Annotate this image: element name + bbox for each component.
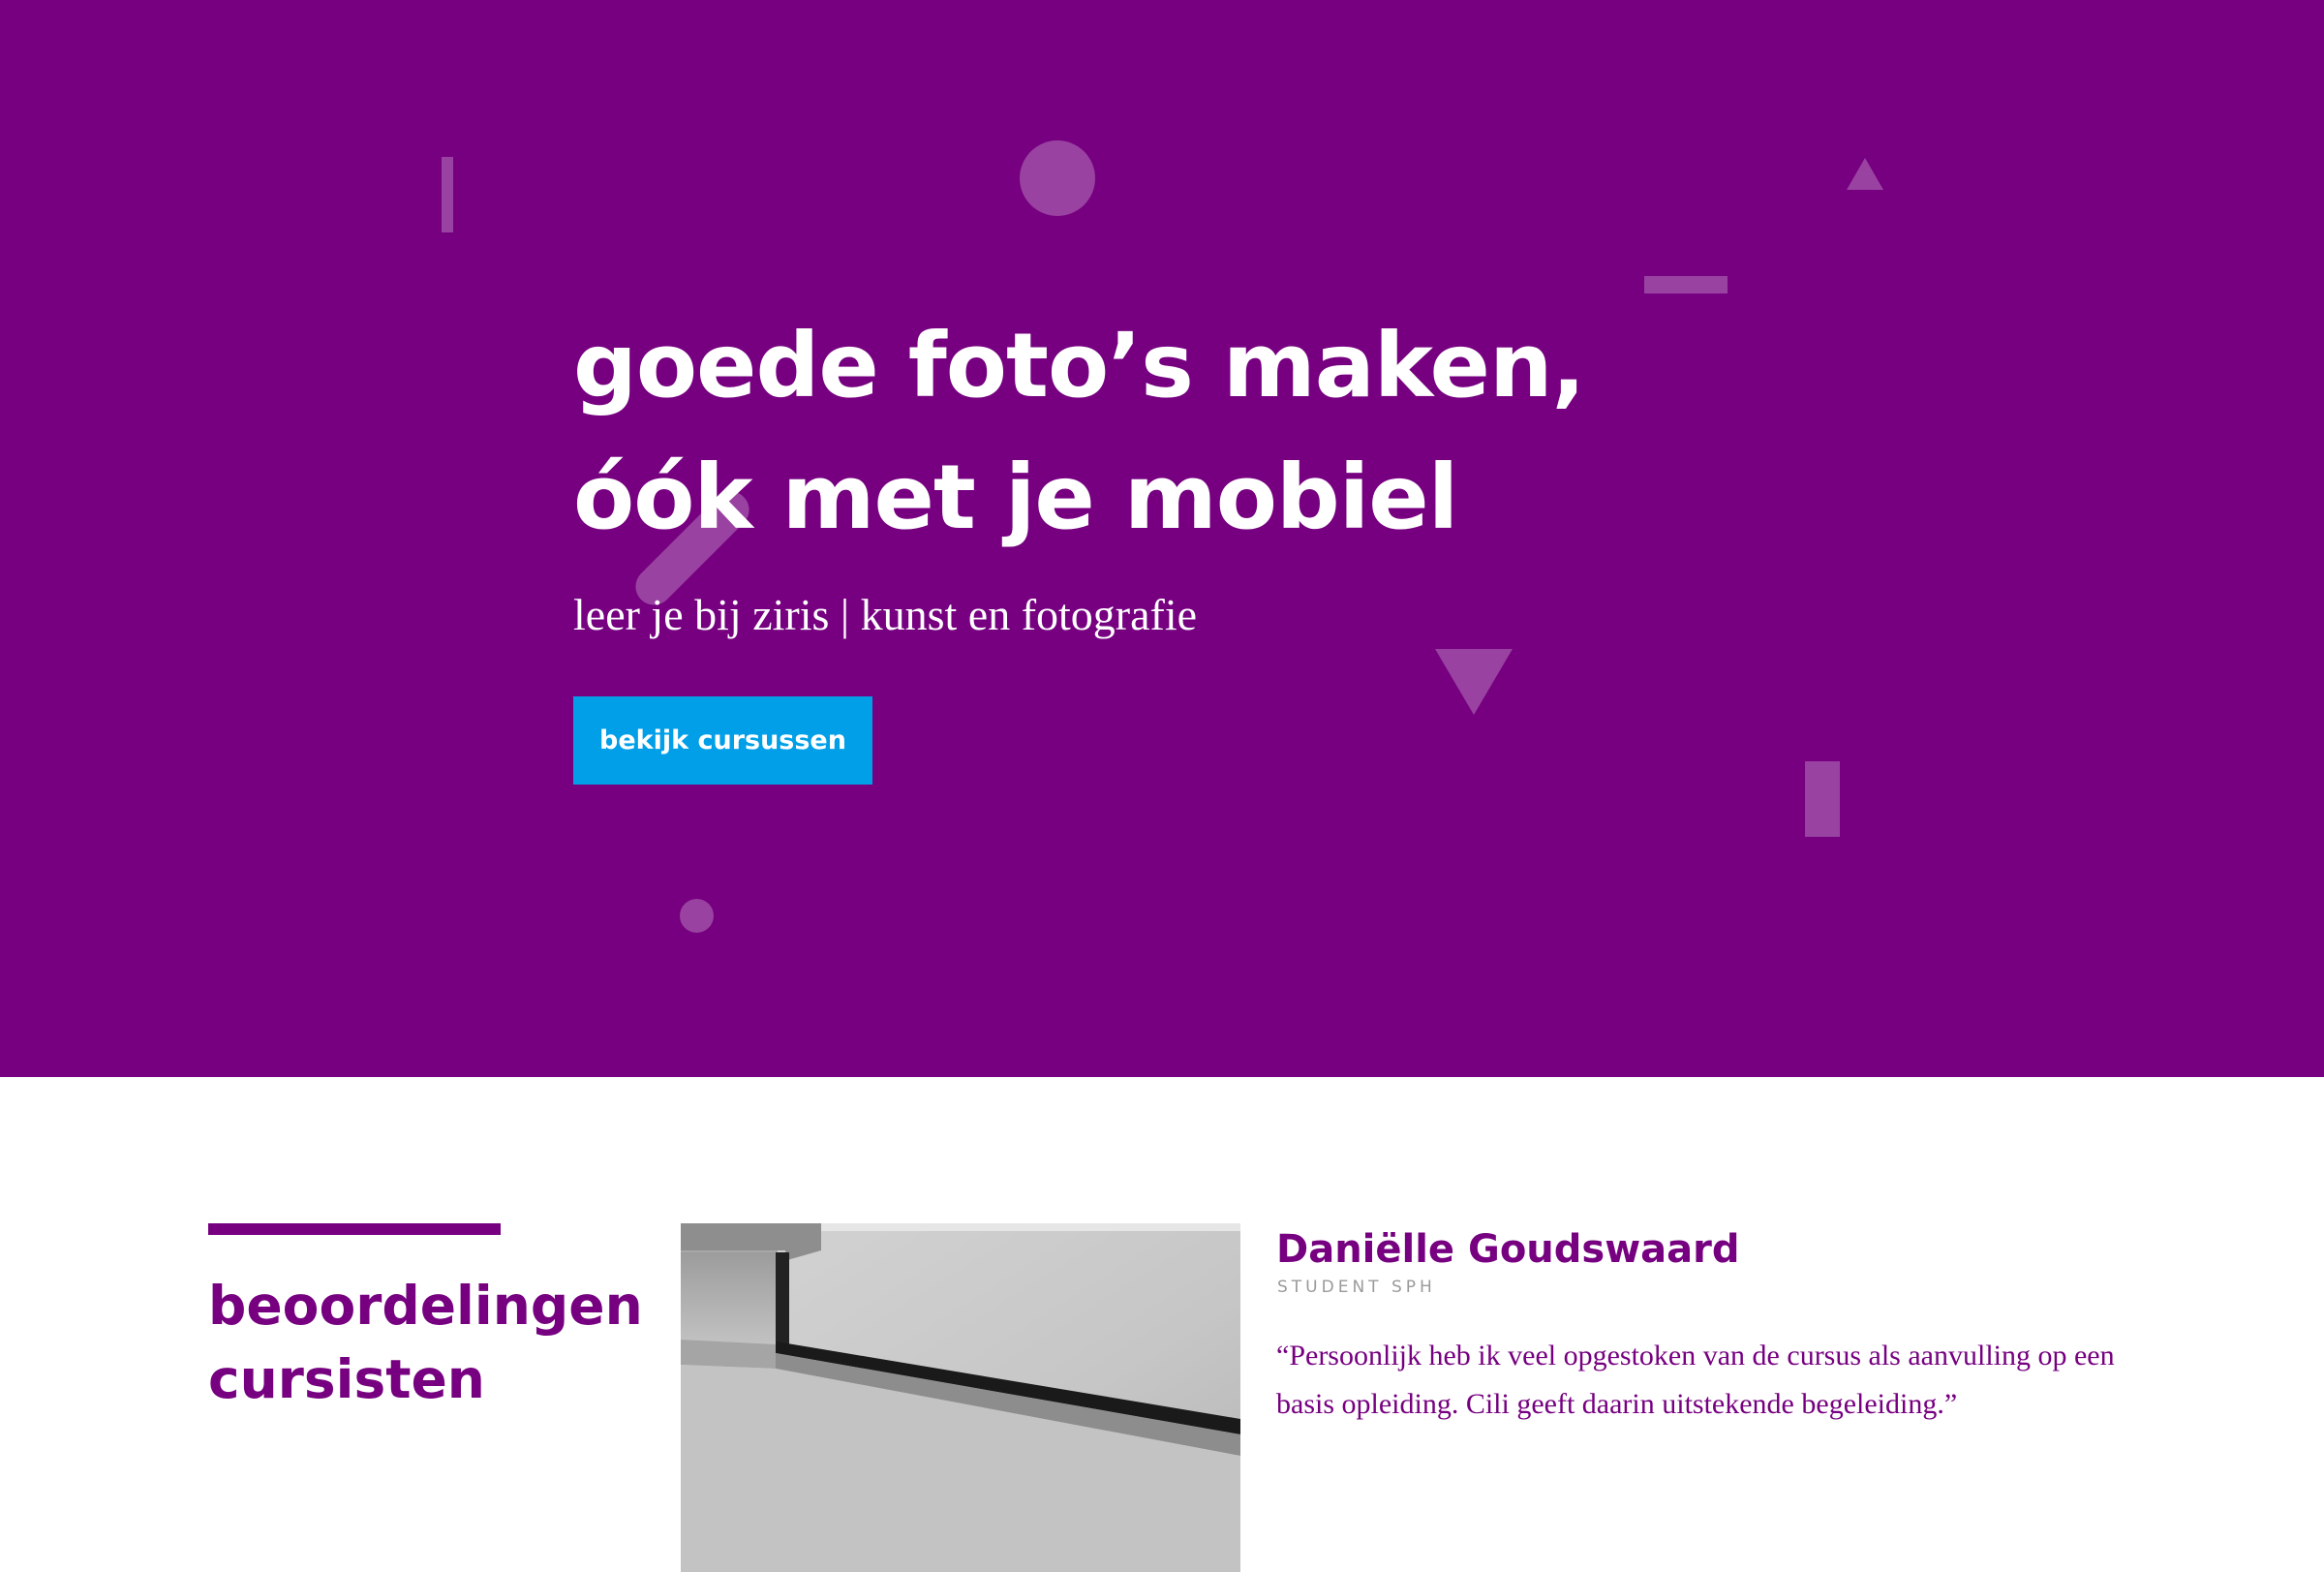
reviews-section: beoordelingen cursisten Daniëlle Goudswa… (0, 1077, 2324, 1572)
hero-title-line1: goede foto’s maken, (573, 314, 1585, 417)
hero-title-line2: óók met je mobiel (573, 446, 1458, 549)
decorative-triangle-up (1847, 158, 1883, 190)
decorative-vertical-bar (442, 157, 453, 232)
reviews-heading-line2: cursisten (208, 1348, 485, 1410)
decorative-triangle-down (1435, 649, 1513, 715)
review-quote: “Persoonlijk heb ik veel opgestoken van … (1276, 1340, 2115, 1420)
decorative-vertical-block (1805, 761, 1840, 837)
reviewer-role: STUDENT SPH (1277, 1278, 1436, 1297)
hero-subtitle: leer je bij ziris | kunst en fotografie (573, 590, 1198, 639)
reviewer-name: Daniëlle Goudswaard (1276, 1227, 1740, 1272)
reviews-heading-line1: beoordelingen (208, 1275, 643, 1337)
hero-section: goede foto’s maken, óók met je mobiel le… (0, 0, 2324, 1077)
decorative-horizontal-dash (1644, 276, 1728, 293)
reviews-heading: beoordelingen cursisten (208, 1269, 643, 1416)
view-courses-button[interactable]: bekijk cursussen (573, 696, 872, 785)
decorative-circle-small (680, 899, 714, 933)
decorative-circle-large (1020, 140, 1095, 216)
hero-title: goede foto’s maken, óók met je mobiel (573, 300, 1832, 564)
section-accent-line (208, 1223, 501, 1235)
review-photo (681, 1223, 1240, 1572)
